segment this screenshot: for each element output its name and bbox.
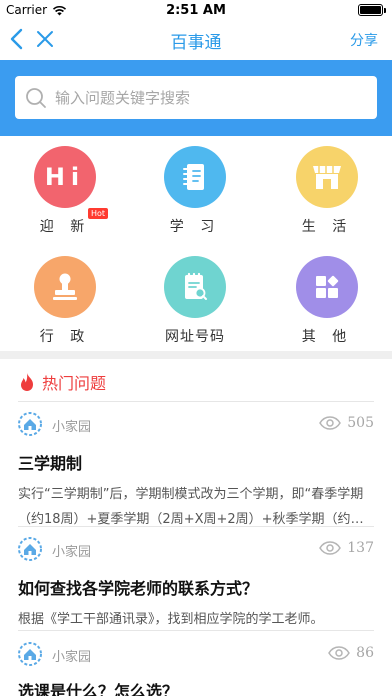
eye-icon (319, 541, 342, 555)
eye-icon (328, 646, 351, 660)
avatar (18, 642, 42, 666)
category-welcome[interactable]: Hi 迎 新 Hot (0, 136, 130, 241)
question-author: 小家园 (52, 545, 92, 560)
question-card[interactable]: 小家园 505 三学期制 实行“三学期制”后，学期制模式改为三个学期，即“春季学… (18, 412, 374, 532)
app-screen: Carrier 2:51 AM 百事通 分享 输入问题关键字搜索 Hi 迎 新 … (0, 0, 392, 696)
page-title: 百事通 (170, 33, 222, 53)
category-life[interactable]: 生 活 (262, 136, 392, 241)
question-card-header: 小家园 86 (18, 642, 374, 668)
stamp-icon (34, 256, 96, 318)
question-title: 三学期制 (18, 454, 83, 473)
search-icon (26, 87, 46, 108)
view-count: 137 (319, 540, 374, 556)
search-input[interactable]: 输入问题关键字搜索 (15, 76, 377, 119)
view-count-value: 505 (347, 415, 374, 431)
view-count-value: 137 (347, 540, 374, 556)
category-label: 网址号码 (165, 329, 225, 345)
category-label: 生 活 (301, 219, 353, 235)
battery-icon (358, 4, 386, 16)
question-summary: 实行“三学期制”后，学期制模式改为三个学期，即“春季学期（约18周）+夏季学期（… (18, 487, 364, 527)
view-count-value: 86 (356, 645, 374, 661)
search-band: 输入问题关键字搜索 (0, 60, 392, 136)
category-study[interactable]: 学 习 (130, 136, 260, 241)
divider (18, 526, 374, 527)
view-count: 86 (328, 645, 374, 661)
hot-section-title: 热门问题 (42, 374, 107, 393)
store-icon (296, 146, 358, 208)
nav-bar: 百事通 分享 (0, 20, 392, 60)
category-label: 学 习 (169, 219, 221, 235)
question-card[interactable]: 小家园 86 选课是什么？怎么选？ (18, 642, 374, 696)
question-title: 选课是什么？怎么选？ (18, 682, 179, 696)
question-author: 小家园 (52, 650, 92, 665)
question-card[interactable]: 小家园 137 如何查找各学院老师的联系方式？ 根据《学工干部通讯录》，找到相应… (18, 537, 374, 632)
section-divider (0, 351, 392, 359)
hi-icon: Hi (34, 146, 96, 208)
category-grid: Hi 迎 新 Hot 学 习 生 活 行 政 网址号码 其 他 (0, 136, 392, 351)
category-label: 其 他 (301, 329, 353, 345)
notebook-icon (164, 146, 226, 208)
hot-badge: Hot (88, 208, 109, 219)
avatar (18, 537, 42, 561)
category-other[interactable]: 其 他 (262, 246, 392, 351)
document-search-icon (164, 256, 226, 318)
divider (18, 630, 374, 631)
status-time: 2:51 AM (166, 3, 226, 18)
question-title: 如何查找各学院老师的联系方式？ (18, 579, 259, 598)
avatar (18, 412, 42, 436)
hot-section-header: 热门问题 (18, 367, 106, 397)
status-bar: Carrier 2:51 AM (0, 0, 392, 20)
question-card-header: 小家园 137 (18, 537, 374, 563)
eye-icon (319, 416, 342, 430)
search-placeholder: 输入问题关键字搜索 (55, 89, 191, 107)
question-author: 小家园 (52, 420, 92, 435)
share-button[interactable]: 分享 (350, 30, 378, 50)
view-count: 505 (319, 415, 374, 431)
category-label: 行 政 (39, 329, 91, 345)
question-card-header: 小家园 505 (18, 412, 374, 438)
category-admin[interactable]: 行 政 (0, 246, 130, 351)
apps-icon (296, 256, 358, 318)
category-label: 迎 新 (39, 219, 91, 235)
fire-icon (21, 373, 33, 391)
divider (18, 401, 374, 402)
category-urls-phones[interactable]: 网址号码 (130, 246, 260, 351)
question-summary: 根据《学工干部通讯录》，找到相应学院的学工老师。 (18, 612, 324, 627)
